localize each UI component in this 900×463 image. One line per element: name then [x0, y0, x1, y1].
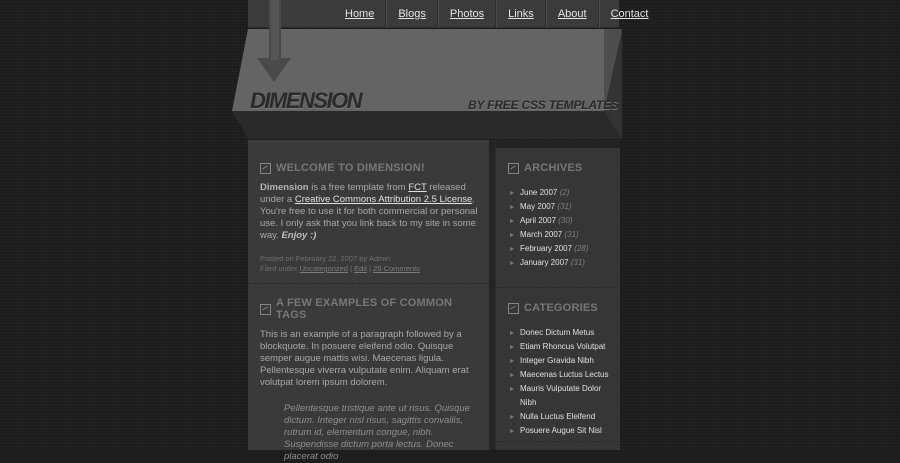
sidebar-divider: [496, 441, 620, 442]
archive-label: March 2007: [520, 230, 563, 239]
license-link[interactable]: Creative Commons Attribution 2.5 License: [295, 194, 472, 205]
sidebar: ARCHIVES June 2007 (2) May 2007 (31) Apr…: [495, 148, 620, 450]
post-title-text[interactable]: A FEW EXAMPLES OF COMMON TAGS: [276, 297, 480, 321]
category-item[interactable]: Maecenas Luctus Lectus: [508, 368, 618, 382]
category-item[interactable]: Posuere Augue Sit Nisl: [508, 424, 618, 438]
nav-blogs[interactable]: Blogs: [386, 0, 438, 28]
archive-item[interactable]: February 2007 (28): [508, 242, 618, 256]
archive-item[interactable]: March 2007 (31): [508, 228, 618, 242]
enjoy-text: Enjoy :): [281, 230, 317, 241]
site-logo[interactable]: DIMENSION: [250, 88, 363, 114]
category-link[interactable]: Uncategorized: [300, 264, 348, 273]
archive-label: June 2007: [520, 188, 558, 197]
post-title: WELCOME TO DIMENSION!: [260, 162, 480, 174]
archives-list: June 2007 (2) May 2007 (31) April 2007 (…: [508, 186, 618, 270]
categories-title: CATEGORIES: [508, 302, 618, 314]
category-item[interactable]: Integer Gravida Nibh: [508, 354, 618, 368]
archives-title: ARCHIVES: [508, 162, 618, 174]
nav-contact[interactable]: Contact: [598, 0, 660, 28]
nav-photos[interactable]: Photos: [437, 0, 497, 28]
brand-name: Dimension: [260, 182, 309, 193]
post-title-text[interactable]: WELCOME TO DIMENSION!: [276, 162, 425, 174]
archive-count: (2): [559, 188, 570, 197]
post-icon: [260, 303, 271, 315]
archives-icon: [508, 162, 519, 174]
comments-link[interactable]: 26 Comments: [373, 264, 420, 273]
post-title: A FEW EXAMPLES OF COMMON TAGS: [260, 297, 480, 321]
archive-label: May 2007: [520, 202, 556, 211]
fct-link[interactable]: FCT: [408, 182, 426, 193]
categories-title-text: CATEGORIES: [524, 302, 598, 314]
archive-label: February 2007: [520, 244, 573, 253]
category-item[interactable]: Mauris Vulputate Dolor Nibh: [508, 382, 618, 410]
nav-about[interactable]: About: [545, 0, 599, 28]
body-text: is a free template from: [308, 182, 409, 193]
archive-item[interactable]: May 2007 (31): [508, 200, 618, 214]
categories-list: Donec Dictum Metus Etiam Rhoncus Volutpa…: [508, 326, 618, 438]
category-item[interactable]: Donec Dictum Metus: [508, 326, 618, 340]
site-tagline: BY FREE CSS TEMPLATES: [468, 98, 619, 112]
post-welcome: WELCOME TO DIMENSION! Dimension is a fre…: [260, 162, 480, 274]
archive-item[interactable]: June 2007 (2): [508, 186, 618, 200]
category-item[interactable]: Nulla Luctus Eleifend: [508, 410, 618, 424]
archive-label: April 2007: [520, 216, 557, 225]
post-body: Dimension is a free template from FCT re…: [260, 182, 480, 242]
nav-links[interactable]: Links: [496, 0, 546, 28]
arrow-down-icon: [257, 0, 291, 82]
archive-count: (30): [558, 216, 573, 225]
archive-item[interactable]: January 2007 (31): [508, 256, 618, 270]
post-date: Posted on February 22, 2007 by Admin: [260, 254, 391, 263]
archives-title-text: ARCHIVES: [524, 162, 583, 174]
archive-count: (28): [574, 244, 589, 253]
category-item[interactable]: Etiam Rhoncus Volutpat: [508, 340, 618, 354]
post-common-tags: A FEW EXAMPLES OF COMMON TAGS This is an…: [260, 297, 480, 463]
post-divider: [248, 283, 489, 284]
post-meta: Posted on February 22, 2007 by Admin Fil…: [260, 254, 480, 274]
main-nav: Home Blogs Photos Links About Contact: [334, 0, 659, 28]
sidebar-divider: [496, 287, 620, 288]
categories-icon: [508, 302, 519, 314]
edit-link[interactable]: Edit: [354, 264, 367, 273]
archive-count: (31): [557, 202, 572, 211]
archives-section: ARCHIVES June 2007 (2) May 2007 (31) Apr…: [508, 162, 618, 270]
post-paragraph: This is an example of a paragraph follow…: [260, 329, 469, 388]
filed-label: Filed under: [260, 264, 300, 273]
main-content: WELCOME TO DIMENSION! Dimension is a fre…: [248, 140, 489, 462]
post-blockquote: Pellentesque tristique ante ut risus. Qu…: [284, 403, 470, 462]
sidebar-top-strip: [489, 140, 620, 148]
archive-label: January 2007: [520, 258, 569, 267]
archive-item[interactable]: April 2007 (30): [508, 214, 618, 228]
categories-section: CATEGORIES Donec Dictum Metus Etiam Rhon…: [508, 302, 618, 438]
archive-count: (31): [564, 230, 579, 239]
post-icon: [260, 162, 271, 174]
nav-home[interactable]: Home: [334, 0, 387, 28]
archive-count: (31): [570, 258, 585, 267]
